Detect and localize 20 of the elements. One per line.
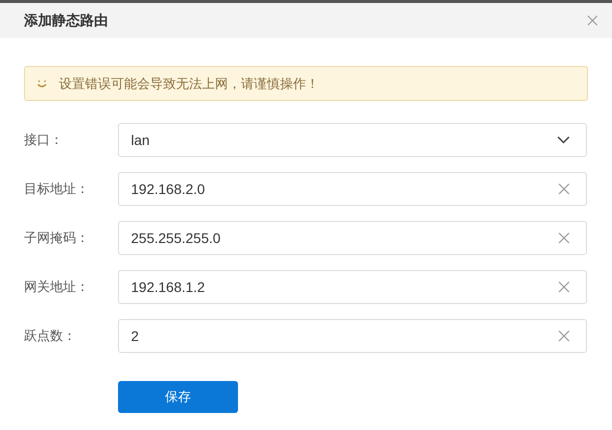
clear-icon[interactable] (558, 183, 570, 195)
field-label: 跃点数： (24, 327, 77, 346)
input-field[interactable]: 255.255.255.0 (118, 221, 587, 255)
close-icon[interactable] (587, 15, 598, 26)
field-label: 子网掩码： (24, 229, 90, 248)
field-label: 网关地址： (24, 278, 90, 296)
dialog-title: 添加静态路由 (24, 11, 108, 30)
field-label: 目标地址： (24, 180, 90, 198)
warning-text: 设置错误可能会导致无法上网，请谨慎操作！ (59, 74, 319, 93)
interface-select[interactable]: lan (118, 123, 587, 157)
save-button[interactable]: 保存 (118, 381, 238, 413)
input-field[interactable]: 2 (118, 319, 587, 353)
clear-icon[interactable] (558, 281, 570, 293)
input-field[interactable]: 192.168.2.0 (118, 172, 587, 206)
clear-icon[interactable] (558, 330, 570, 342)
chevron-down-icon (557, 136, 570, 144)
smile-icon (37, 80, 47, 88)
field-label: 接口： (24, 131, 64, 150)
input-field[interactable]: 192.168.1.2 (118, 270, 587, 304)
clear-icon[interactable] (558, 232, 570, 244)
